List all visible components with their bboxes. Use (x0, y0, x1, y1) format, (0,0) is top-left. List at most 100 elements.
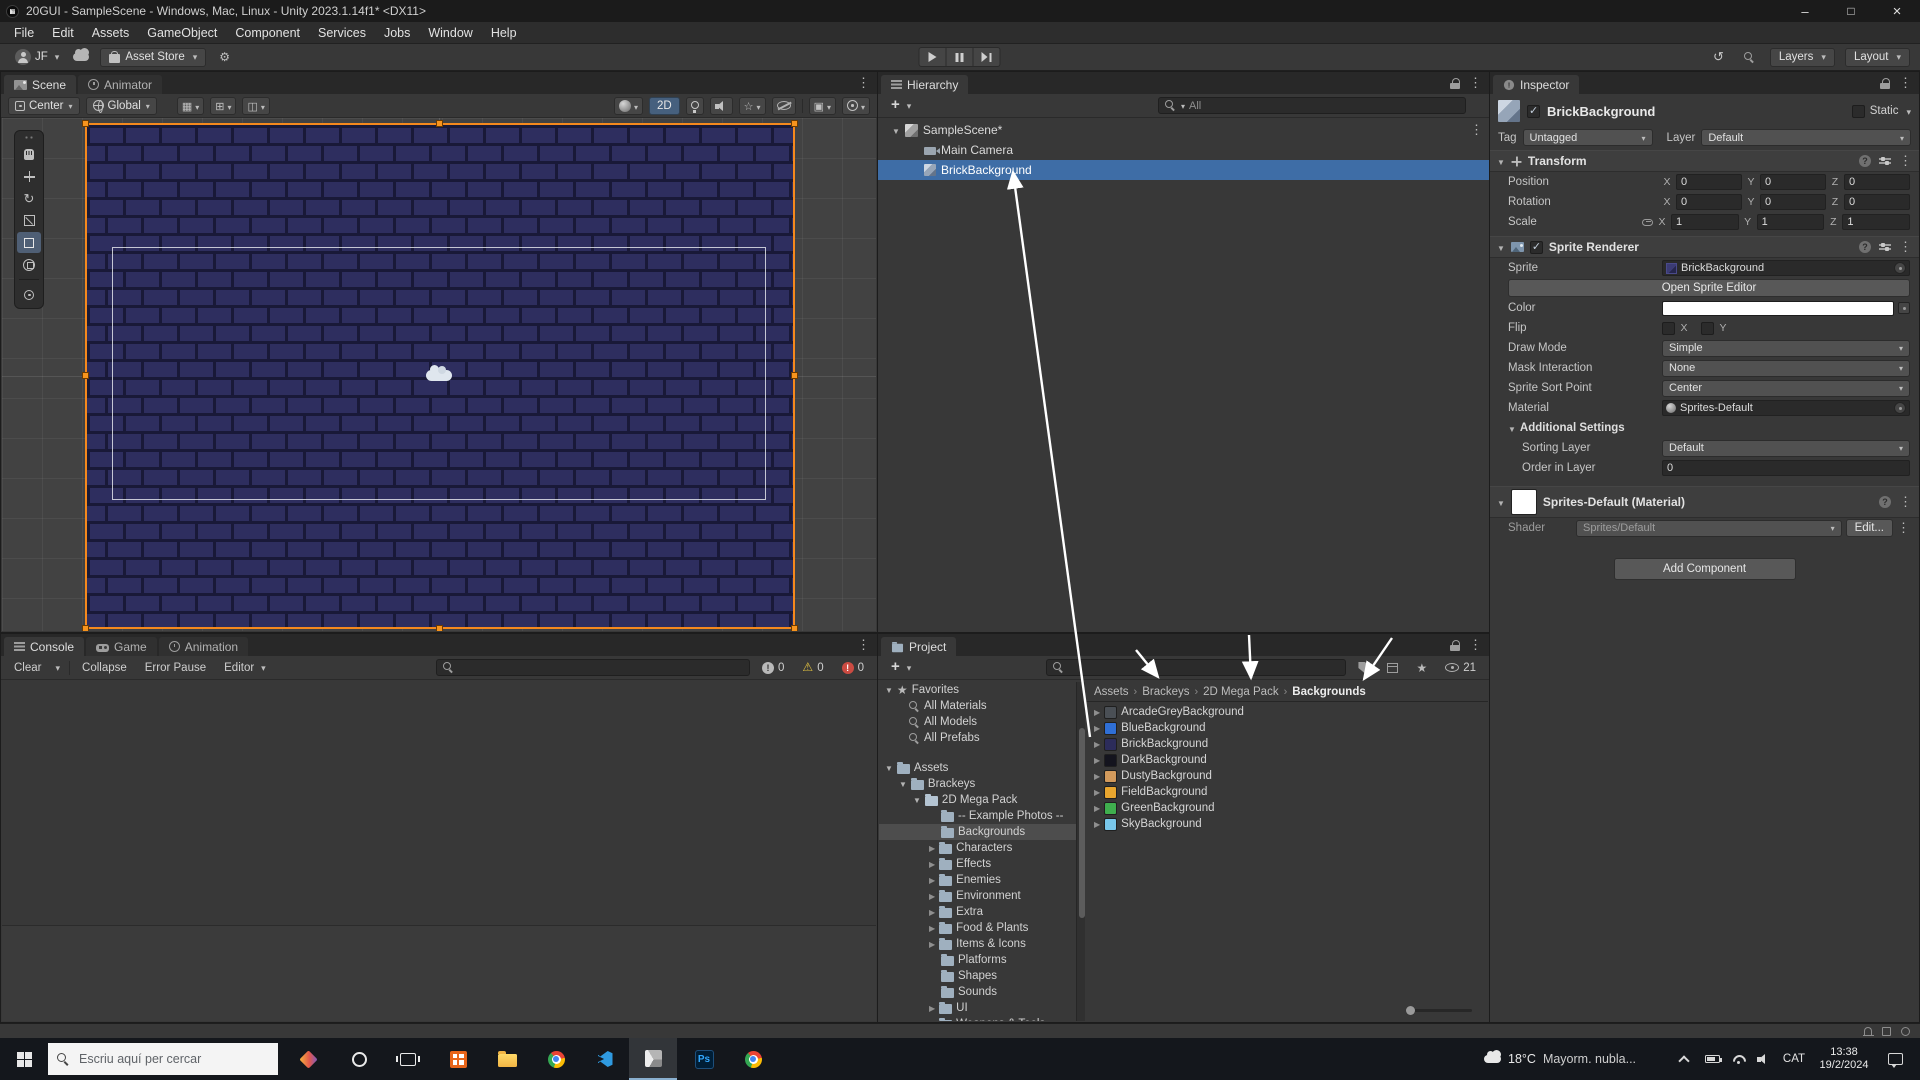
breadcrumb-backgrounds[interactable]: Backgrounds (1292, 686, 1366, 698)
rect-tool-button[interactable] (17, 232, 41, 253)
tab-animator[interactable]: Animator (78, 75, 162, 94)
file-skybackground[interactable]: SkyBackground (1086, 816, 1488, 832)
project-search-input[interactable] (1046, 659, 1346, 676)
selection-handle[interactable] (82, 120, 89, 127)
foldout-icon[interactable] (1497, 495, 1505, 509)
grid-snap-dropdown[interactable] (242, 97, 269, 115)
cortana-button[interactable] (335, 1038, 383, 1080)
foldout-icon[interactable] (929, 858, 935, 870)
tree-folder-items-icons[interactable]: Items & Icons (879, 936, 1084, 952)
expander-icon[interactable] (1094, 818, 1100, 830)
minimize-button[interactable] (1782, 0, 1828, 22)
shading-mode-dropdown[interactable] (614, 97, 643, 115)
console-info-filter[interactable]: 0 (756, 659, 790, 677)
settings-button[interactable] (214, 48, 235, 67)
selection-handle[interactable] (436, 120, 443, 127)
open-sprite-editor-button[interactable]: Open Sprite Editor (1508, 279, 1910, 297)
project-menu-kebab-icon[interactable] (1469, 637, 1482, 653)
search-by-type-button[interactable] (1352, 659, 1375, 677)
foldout-icon[interactable] (1497, 240, 1505, 254)
mask-interaction-dropdown[interactable]: None (1662, 360, 1910, 377)
vscode-button[interactable] (581, 1038, 629, 1080)
shader-dropdown[interactable]: Sprites/Default (1576, 520, 1842, 537)
tree-favorites[interactable]: Favorites (879, 682, 1084, 698)
hierarchy-menu-kebab-icon[interactable] (1469, 75, 1482, 91)
rotate-tool-button[interactable] (17, 188, 41, 209)
asset-store-button[interactable]: Asset Store (100, 48, 206, 67)
foldout-icon[interactable] (929, 938, 935, 950)
expander-icon[interactable] (1094, 706, 1100, 718)
windows-ink-button[interactable] (284, 1038, 332, 1080)
snap-settings-dropdown[interactable] (210, 97, 236, 115)
foldout-icon[interactable] (929, 922, 935, 934)
foldout-icon[interactable] (929, 874, 935, 886)
flip-x-checkbox[interactable] (1662, 322, 1675, 335)
flip-y-checkbox[interactable] (1701, 322, 1714, 335)
undo-history-button[interactable] (1708, 48, 1729, 67)
file-fieldbackground[interactable]: FieldBackground (1086, 784, 1488, 800)
pinned-app-grid[interactable] (434, 1038, 482, 1080)
tray-volume[interactable] (1751, 1038, 1775, 1080)
component-kebab-icon[interactable] (1899, 239, 1912, 255)
open-asset-button[interactable] (1381, 659, 1404, 677)
console-error-pause-toggle[interactable]: Error Pause (139, 659, 212, 677)
help-icon[interactable] (1859, 155, 1871, 167)
scrollbar-thumb[interactable] (1079, 728, 1085, 918)
file-bluebackground[interactable]: BlueBackground (1086, 720, 1488, 736)
cloud-sprite[interactable] (426, 370, 452, 381)
tree-folder-ui[interactable]: UI (879, 1000, 1084, 1016)
tree-folder-sounds[interactable]: Sounds (879, 984, 1084, 1000)
menu-help[interactable]: Help (482, 26, 526, 40)
tray-network[interactable] (1726, 1038, 1750, 1080)
material-object-field[interactable]: Sprites-Default (1662, 400, 1910, 416)
tray-clock[interactable]: 13:38 19/2/2024 (1813, 1038, 1875, 1080)
menu-services[interactable]: Services (309, 26, 375, 40)
tag-dropdown[interactable]: Untagged (1523, 129, 1653, 146)
chrome-button[interactable] (532, 1038, 580, 1080)
selection-handle[interactable] (82, 372, 89, 379)
lock-icon[interactable] (1880, 78, 1890, 89)
menu-window[interactable]: Window (419, 26, 481, 40)
add-component-button[interactable]: Add Component (1614, 558, 1796, 580)
scene-visibility-toggle[interactable] (772, 97, 796, 115)
hidden-items-counter[interactable]: 21 (1439, 659, 1482, 677)
tab-inspector[interactable]: Inspector (1493, 75, 1579, 94)
object-picker-icon[interactable] (1894, 262, 1906, 274)
tree-all-materials[interactable]: All Materials (879, 698, 1084, 714)
console-menu-kebab-icon[interactable] (857, 637, 870, 653)
tab-project[interactable]: Project (881, 637, 956, 656)
selection-handle[interactable] (791, 372, 798, 379)
windows-search-input[interactable] (77, 1051, 269, 1067)
cache-status-icon[interactable] (1882, 1027, 1891, 1036)
hierarchy-create-button[interactable] (885, 97, 917, 115)
transform-header[interactable]: Transform (1490, 150, 1919, 172)
layers-dropdown[interactable]: Layers (1770, 48, 1835, 67)
material-section-header[interactable]: Sprites-Default (Material) (1490, 486, 1919, 518)
console-error-filter[interactable]: 0 (836, 659, 870, 677)
layer-dropdown[interactable]: Default (1701, 129, 1911, 146)
foldout-icon[interactable] (1497, 154, 1505, 168)
menu-file[interactable]: File (5, 26, 43, 40)
orientation-dropdown[interactable]: Global (86, 97, 157, 115)
file-explorer-button[interactable] (483, 1038, 531, 1080)
shader-edit-button[interactable]: Edit... (1846, 519, 1893, 537)
layout-dropdown[interactable]: Layout (1845, 48, 1910, 67)
scene-lighting-toggle[interactable] (686, 97, 704, 115)
console-warning-filter[interactable]: 0 (796, 659, 829, 677)
action-center-button[interactable] (1878, 1038, 1912, 1080)
position-z-field[interactable]: 0 (1844, 174, 1910, 190)
hierarchy-row-brickbackground[interactable]: BrickBackground (878, 160, 1489, 180)
close-button[interactable] (1874, 0, 1920, 22)
shader-kebab-icon[interactable] (1897, 520, 1910, 536)
static-dropdown[interactable] (1903, 104, 1911, 118)
foldout-icon[interactable] (929, 842, 935, 854)
start-button[interactable] (0, 1038, 48, 1080)
view-tool-button[interactable] (17, 144, 41, 165)
foldout-icon[interactable] (913, 794, 921, 806)
foldout-icon[interactable] (892, 123, 900, 137)
notifications-bell-icon[interactable] (1864, 1027, 1872, 1035)
photoshop-button[interactable]: Ps (680, 1038, 728, 1080)
scale-y-field[interactable]: 1 (1757, 214, 1825, 230)
expander-icon[interactable] (1094, 738, 1100, 750)
rotation-z-field[interactable]: 0 (1844, 194, 1910, 210)
